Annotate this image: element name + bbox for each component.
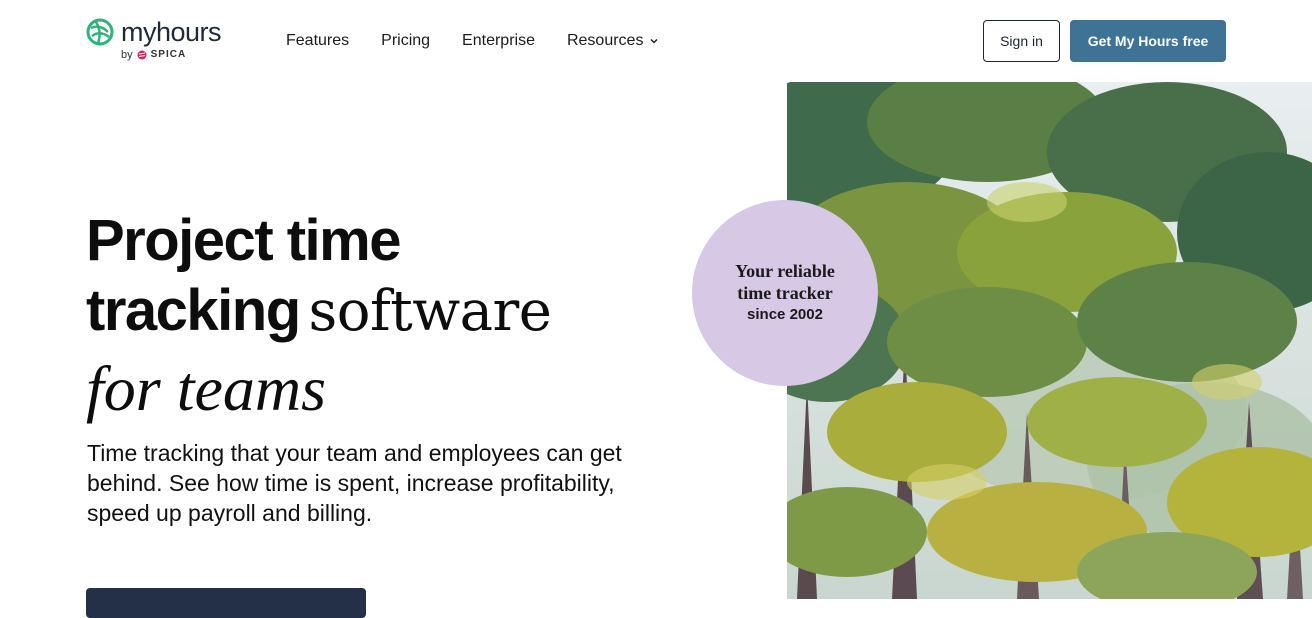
badge-line2: time tracker [737, 283, 833, 303]
hero-title-line1: Project time [86, 208, 402, 273]
badge-line3: since 2002 [747, 306, 823, 323]
hero-title: Project time tracking software for teams [86, 206, 726, 424]
myhours-logo[interactable]: myhours by SPICA [86, 18, 236, 64]
hero-cta-button[interactable] [86, 588, 366, 618]
spica-logo-icon [137, 50, 147, 60]
hero-title-serif: software [308, 279, 552, 344]
nav-resources[interactable]: Resources [567, 31, 659, 51]
nav-features[interactable]: Features [286, 31, 349, 51]
myhours-logo-icon [86, 18, 114, 46]
main-nav: Features Pricing Enterprise Resources [286, 31, 691, 51]
hero-title-italic: for teams [86, 353, 326, 424]
chevron-down-icon [650, 39, 658, 44]
get-myhours-free-button[interactable]: Get My Hours free [1070, 20, 1226, 62]
logo-byline: by SPICA [121, 49, 187, 61]
hero-subtitle: Time tracking that your team and employe… [87, 440, 622, 526]
nav-pricing[interactable]: Pricing [381, 31, 430, 51]
logo-wordmark: myhours [121, 17, 222, 47]
hero-forest-image [787, 82, 1312, 599]
hero-title-bold: tracking [86, 278, 301, 343]
nav-enterprise[interactable]: Enterprise [462, 31, 535, 51]
sign-in-button[interactable]: Sign in [983, 20, 1060, 62]
badge-line1: Your reliable [735, 261, 835, 281]
reliable-tracker-badge: Your reliable time tracker since 2002 [692, 200, 878, 386]
